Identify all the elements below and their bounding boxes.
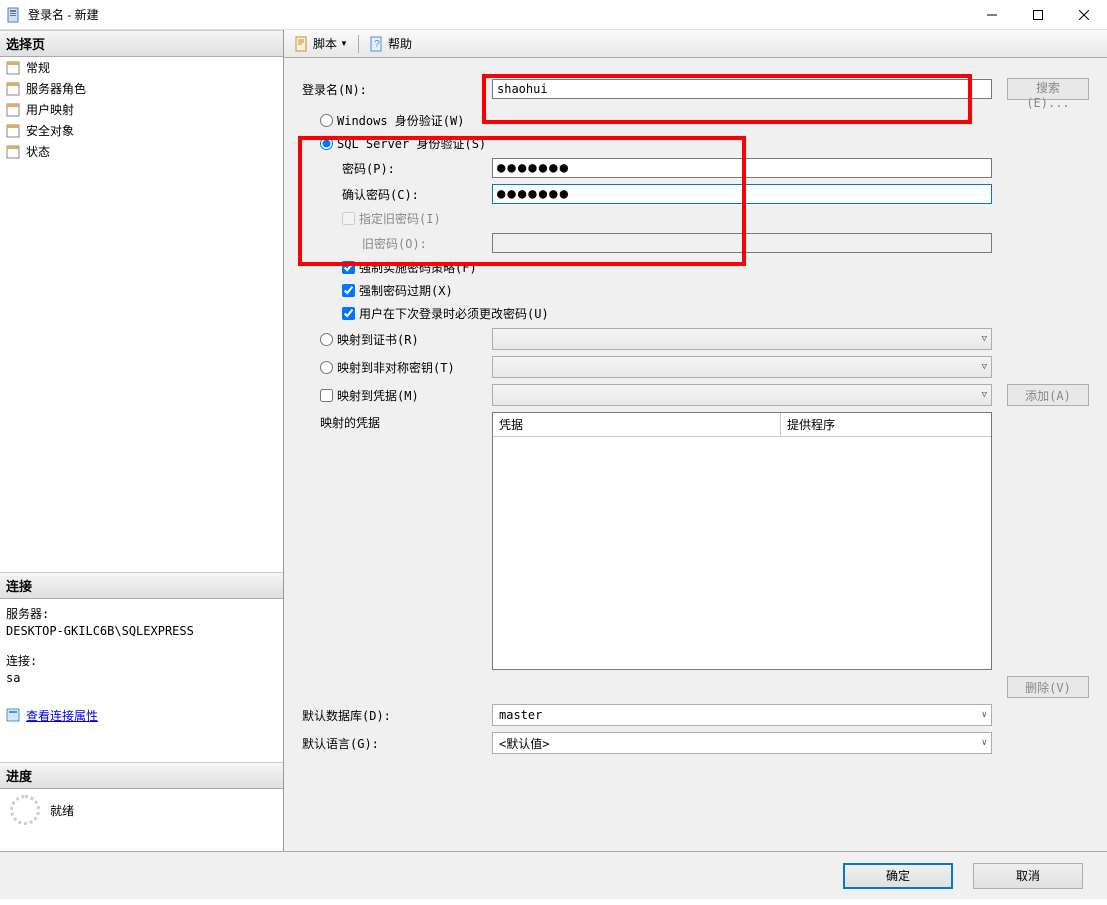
windows-auth-radio[interactable]: Windows 身份验证(W) [320, 112, 464, 129]
app-icon [6, 7, 22, 23]
sidebar-item-label: 常规 [26, 59, 50, 76]
help-button[interactable]: ? 帮助 [365, 33, 416, 54]
page-icon [6, 123, 22, 139]
sidebar-item-label: 用户映射 [26, 101, 74, 118]
conn-label: 连接: [6, 652, 277, 669]
content-toolbar: 脚本 ▼ ? 帮助 [284, 30, 1107, 58]
default-lang-select[interactable]: <默认值> ∨ [492, 732, 992, 754]
enforce-policy-checkbox[interactable]: 强制实施密码策略(F) [342, 259, 477, 276]
confirm-password-input[interactable] [492, 184, 992, 204]
svg-text:?: ? [374, 39, 380, 50]
sidebar-item-label: 状态 [26, 143, 50, 160]
sidebar: 选择页 常规 服务器角色 用户映射 安全对象 状态 [0, 30, 284, 851]
remove-button: 删除(V) [1007, 676, 1089, 698]
map-cred-label: 映射到凭据(M) [337, 387, 419, 404]
window-title: 登录名 - 新建 [28, 6, 969, 23]
default-db-label: 默认数据库(D): [302, 707, 492, 724]
login-name-label: 登录名(N): [302, 81, 492, 98]
form-area: 登录名(N): 搜索(E)... Windows 身份验证(W) [284, 58, 1107, 851]
enforce-policy-label: 强制实施密码策略(F) [359, 259, 477, 276]
sidebar-item-server-roles[interactable]: 服务器角色 [0, 78, 283, 99]
enforce-expiry-label: 强制密码过期(X) [359, 282, 453, 299]
sidebar-item-label: 服务器角色 [26, 80, 86, 97]
dropdown-arrow-icon: ▼ [340, 39, 348, 48]
view-connection-link[interactable]: 查看连接属性 [6, 707, 98, 724]
page-icon [6, 144, 22, 160]
help-icon: ? [369, 36, 385, 52]
window-controls [969, 0, 1107, 30]
add-button: 添加(A) [1007, 384, 1089, 406]
password-label: 密码(P): [342, 160, 492, 177]
connection-info: 服务器: DESKTOP-GKILC6B\SQLEXPRESS 连接: sa 查… [0, 599, 283, 733]
windows-auth-label: Windows 身份验证(W) [337, 112, 464, 129]
minimize-button[interactable] [969, 0, 1015, 30]
page-list: 常规 服务器角色 用户映射 安全对象 状态 [0, 57, 283, 162]
credentials-table[interactable]: 凭据 提供程序 [492, 412, 992, 670]
ok-button[interactable]: 确定 [843, 863, 953, 889]
must-change-label: 用户在下次登录时必须更改密码(U) [359, 305, 549, 322]
sidebar-item-securables[interactable]: 安全对象 [0, 120, 283, 141]
password-input[interactable] [492, 158, 992, 178]
default-db-value: master [499, 708, 542, 722]
map-cert-label: 映射到证书(R) [337, 331, 419, 348]
progress-status: 就绪 [50, 802, 74, 819]
cancel-button[interactable]: 取消 [973, 863, 1083, 889]
spinner-icon [10, 795, 40, 825]
map-cert-radio[interactable]: 映射到证书(R) [320, 331, 492, 348]
chevron-down-icon: ∨ [982, 710, 987, 720]
login-name-input[interactable] [492, 79, 992, 99]
content: 脚本 ▼ ? 帮助 登录名(N): 搜索(E)... [284, 30, 1107, 851]
sidebar-item-label: 安全对象 [26, 122, 74, 139]
button-bar: 确定 取消 [0, 851, 1107, 899]
help-label: 帮助 [388, 35, 412, 52]
default-db-select[interactable]: master ∨ [492, 704, 992, 726]
conn-value: sa [6, 671, 277, 685]
progress-header: 进度 [0, 762, 283, 789]
view-connection-label: 查看连接属性 [26, 707, 98, 724]
map-cred-checkbox[interactable]: 映射到凭据(M) [320, 387, 492, 404]
main-layout: 选择页 常规 服务器角色 用户映射 安全对象 状态 [0, 30, 1107, 851]
old-password-input [492, 233, 992, 253]
cred-column: 凭据 [493, 413, 781, 436]
sql-auth-radio[interactable]: SQL Server 身份验证(S) [320, 135, 486, 152]
page-icon [6, 60, 22, 76]
mapped-creds-label: 映射的凭据 [320, 412, 492, 431]
cred-select: ▽ [492, 384, 992, 406]
sidebar-item-user-mapping[interactable]: 用户映射 [0, 99, 283, 120]
confirm-password-label: 确认密码(C): [342, 186, 492, 203]
enforce-expiry-checkbox[interactable]: 强制密码过期(X) [342, 282, 453, 299]
specify-old-checkbox: 指定旧密码(I) [342, 210, 441, 227]
table-header: 凭据 提供程序 [493, 413, 991, 437]
script-icon [294, 36, 310, 52]
old-password-label: 旧密码(O): [362, 235, 492, 252]
provider-column: 提供程序 [781, 413, 991, 436]
must-change-checkbox[interactable]: 用户在下次登录时必须更改密码(U) [342, 305, 549, 322]
select-page-header: 选择页 [0, 30, 283, 57]
maximize-button[interactable] [1015, 0, 1061, 30]
progress-info: 就绪 [0, 789, 283, 831]
chevron-down-icon: ∨ [982, 738, 987, 748]
script-label: 脚本 [313, 35, 337, 52]
map-asym-radio[interactable]: 映射到非对称密钥(T) [320, 359, 492, 376]
sidebar-item-general[interactable]: 常规 [0, 57, 283, 78]
connection-header: 连接 [0, 572, 283, 599]
specify-old-label: 指定旧密码(I) [359, 210, 441, 227]
cert-select: ▽ [492, 328, 992, 350]
titlebar: 登录名 - 新建 [0, 0, 1107, 30]
close-button[interactable] [1061, 0, 1107, 30]
default-lang-label: 默认语言(G): [302, 735, 492, 752]
map-asym-label: 映射到非对称密钥(T) [337, 359, 455, 376]
properties-icon [6, 707, 22, 723]
asym-select: ▽ [492, 356, 992, 378]
server-label: 服务器: [6, 605, 277, 622]
search-button[interactable]: 搜索(E)... [1007, 78, 1089, 100]
sql-auth-label: SQL Server 身份验证(S) [337, 135, 486, 152]
server-value: DESKTOP-GKILC6B\SQLEXPRESS [6, 624, 277, 638]
sidebar-item-status[interactable]: 状态 [0, 141, 283, 162]
page-icon [6, 81, 22, 97]
page-icon [6, 102, 22, 118]
default-lang-value: <默认值> [499, 735, 549, 752]
script-button[interactable]: 脚本 ▼ [290, 33, 352, 54]
